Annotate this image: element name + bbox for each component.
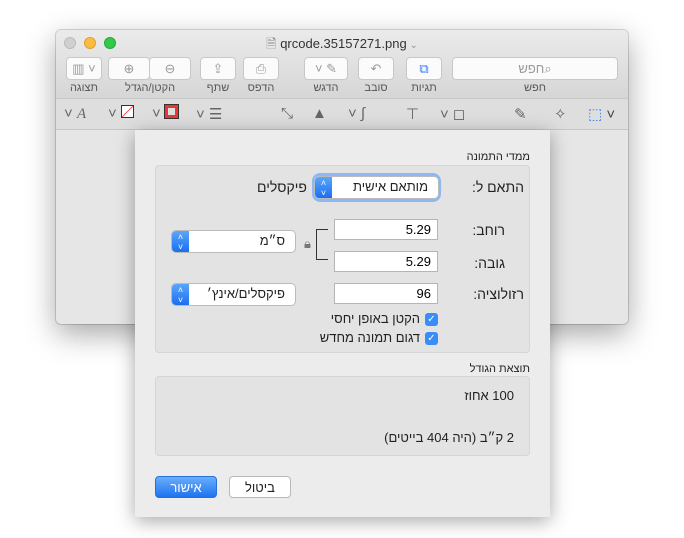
view-label: תצוגה [69, 82, 99, 94]
scale-proportionally-label: הקטן באופן יחסי [330, 311, 420, 326]
signature-icon[interactable]: ˅ ∫ [348, 105, 365, 122]
resample-checkbox[interactable]: ✓ [425, 332, 438, 345]
share-label: שתף [206, 82, 230, 94]
fill-color-icon[interactable]: ˅ [108, 105, 134, 122]
fit-unit: פיקסלים [257, 179, 307, 195]
search-placeholder: חפש [518, 61, 545, 76]
shapes-icon[interactable]: ˅ ◻ [440, 105, 465, 123]
window-title[interactable]: 🗎 qrcode.35157271.png ⌄ [56, 35, 628, 57]
cancel-button[interactable]: ביטול [229, 476, 291, 498]
zoom-out-icon: ⊖ [164, 60, 176, 76]
zoom-out-button[interactable]: ⊖ [149, 57, 191, 80]
text-box-icon[interactable]: ⊤ [406, 105, 419, 123]
search-icon: ⌕ [544, 60, 552, 76]
width-label: רוחב: [472, 222, 505, 238]
markup-toolbar: ˅ A ˅ ˅ ˅ ☰ ⤡ ▲ ˅ ∫ ⊤ ˅ ◻ ✎ ✧ ⬚ ˅ [56, 98, 628, 130]
instant-alpha-icon[interactable]: ✧ [554, 105, 567, 123]
zoom-label: הקטן/הגדל [124, 82, 176, 94]
lock-icon[interactable]: 🔒︎ [304, 236, 311, 252]
width-field[interactable] [334, 219, 438, 240]
percent-value: 100 אחוז [464, 388, 514, 403]
rotate-label: סובב [364, 82, 388, 94]
markup-button[interactable]: ⧉ [406, 57, 442, 80]
resolution-unit-value: פיקסלים/אינץ׳ [172, 284, 295, 305]
adjust-color-icon[interactable]: ▲ [312, 105, 327, 122]
markup-label: תגיות [411, 82, 437, 94]
fit-value: מותאם אישית [315, 177, 438, 198]
printer-icon: ⎙ [255, 60, 267, 76]
chevron-down-icon: ⌄ [406, 40, 418, 51]
scale-proportionally-checkbox[interactable]: ✓ [425, 313, 438, 326]
file-size-value: 2 ק״ב (היה 404 בייטים) [384, 430, 514, 445]
selection-icon[interactable]: ⬚ ˅ [588, 105, 615, 123]
stepper-icon: ˄ ˅ [315, 177, 332, 198]
view-button[interactable]: ▥ ˅ [66, 57, 102, 80]
sidebar-icon: ▥ ˅ [72, 60, 96, 76]
adjust-size-dialog: ממדי התמונה התאם ל: מותאם אישית ˄ ˅ פיקסל… [135, 130, 550, 517]
title-text: qrcode.35157271.png [280, 36, 407, 51]
search-input[interactable]: ⌕ חפש [452, 57, 618, 80]
resample-label: דגום תמונה מחדש [319, 330, 420, 345]
zoom-in-button[interactable]: ⊕ [108, 57, 150, 80]
title-bar: 🗎 qrcode.35157271.png ⌄ ▥ ˅ ⊕ ⊖ ⇪ ⎙ ˅ ✎ … [56, 30, 628, 98]
unit-value: ס״מ [172, 231, 295, 252]
print-button[interactable]: ⎙ [243, 57, 279, 80]
stepper-icon: ˄ ˅ [172, 231, 189, 252]
fit-popup[interactable]: מותאם אישית ˄ ˅ [315, 176, 438, 199]
fit-label: התאם ל: [471, 179, 524, 195]
share-icon: ⇪ [212, 60, 224, 76]
print-label: הדפס [247, 82, 275, 94]
zoom-in-icon: ⊕ [123, 60, 135, 76]
line-style-icon[interactable]: ˅ ☰ [196, 105, 222, 123]
resolution-label: רזולוציה: [473, 286, 524, 302]
border-color-icon[interactable]: ˅ [152, 104, 179, 122]
height-field[interactable] [334, 251, 438, 272]
image-dimensions-title: ממדי התמונה [466, 151, 530, 163]
stepper-icon: ˄ ˅ [172, 284, 189, 305]
rotate-button[interactable]: ↶ [358, 57, 394, 80]
share-button[interactable]: ⇪ [200, 57, 236, 80]
resize-icon[interactable]: ⤡ [281, 105, 293, 122]
resulting-size-title: תוצאת הגודל [469, 363, 530, 375]
sketch-icon[interactable]: ✎ [514, 105, 527, 123]
ok-button[interactable]: אישור [155, 476, 217, 498]
search-label: חפש [524, 82, 546, 94]
rotate-icon: ↶ [370, 60, 382, 76]
resolution-field[interactable] [334, 283, 438, 304]
toolbox-icon: ⧉ [419, 60, 429, 76]
text-style-icon[interactable]: ˅ A [64, 105, 86, 123]
highlight-button[interactable]: ˅ ✎ [304, 57, 348, 80]
highlight-label: הדגש [313, 82, 339, 94]
file-icon: 🗎 [266, 36, 281, 51]
link-bracket [316, 229, 328, 260]
height-label: גובה: [474, 255, 505, 271]
highlighter-icon: ˅ ✎ [314, 60, 338, 76]
